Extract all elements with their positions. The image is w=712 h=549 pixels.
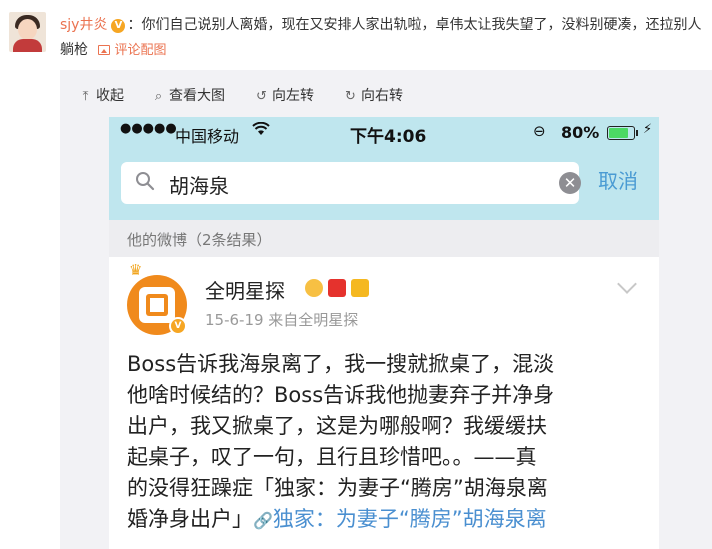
post-line: 他啥时候结的？Boss告诉我他抛妻弃子并净身	[127, 383, 555, 407]
rotate-right-icon: ↻	[345, 89, 356, 104]
author-logo-mark	[139, 287, 175, 323]
avatar-body	[13, 39, 42, 52]
rotate-right-label: 向右转	[361, 88, 403, 104]
post-line: 的没得狂躁症「独家：为妻子“腾房”胡海泉离	[127, 476, 548, 500]
red-packet-badge-icon	[328, 279, 346, 297]
comment: sjy井炎 V ：你们自己说别人离婚，现在又安排人家出轨啦，卓伟太让我失望了，没料别…	[0, 0, 712, 68]
clock-time: 下午4:06	[350, 127, 427, 147]
battery-icon	[607, 126, 635, 140]
link-icon: 🔗	[253, 511, 273, 530]
comment-picture-link[interactable]: 评论配图	[98, 43, 166, 58]
avatar-face	[18, 19, 37, 40]
verified-v-icon: V	[169, 317, 187, 335]
post-line: Boss告诉我海泉离了，我一搜就掀桌了，混淡	[127, 352, 555, 376]
post-line-text: 婚净身出户」	[127, 507, 253, 531]
post-body: Boss告诉我海泉离了，我一搜就掀桌了，混淡 他啥时候结的？Boss告诉我他抛妻…	[127, 349, 647, 536]
collapse-button[interactable]: ⤒ 收起	[78, 87, 124, 106]
view-large-label: 查看大图	[169, 88, 225, 104]
battery-fill	[609, 128, 629, 138]
article-link[interactable]: 独家：为妻子“腾房”胡海泉离	[273, 507, 547, 531]
chevron-down-icon[interactable]	[617, 274, 637, 294]
avatar[interactable]	[9, 12, 46, 52]
verified-badge-icon: V	[111, 19, 126, 33]
post-line: 起桌子，叹了一句，且行且珍惜吧。。——真	[127, 445, 537, 469]
embedded-screenshot[interactable]: ●●●●● 中国移动 下午4:06 ⊖ 80% ⚡ 胡海泉 ✕ 取消 他的微博（…	[109, 117, 659, 549]
crown-icon: ♛	[129, 261, 143, 279]
phone-status-bar: ●●●●● 中国移动 下午4:06 ⊖ 80% ⚡	[109, 117, 659, 150]
battery-percent: 80%	[561, 123, 600, 142]
magnifier-icon: ⌕	[154, 89, 163, 104]
charging-bolt-icon: ⚡	[643, 122, 653, 137]
view-large-button[interactable]: ⌕ 查看大图	[151, 87, 225, 106]
signal-icon: ●●●●●	[120, 121, 177, 136]
rotation-lock-icon: ⊖	[533, 122, 546, 140]
search-bar-row: 胡海泉 ✕ 取消	[109, 150, 659, 220]
comment-username[interactable]: sjy井炎	[60, 17, 107, 33]
picture-icon	[98, 45, 111, 55]
author-badges	[305, 279, 374, 298]
comment-text-block: sjy井炎 V ：你们自己说别人离婚，现在又安排人家出轨啦，卓伟太让我失望了，没料别…	[60, 13, 705, 63]
cancel-button[interactable]: 取消	[598, 165, 638, 194]
rotate-right-button[interactable]: ↻ 向右转	[343, 87, 403, 106]
wifi-icon	[252, 121, 270, 140]
battery-tip	[636, 130, 638, 136]
weibo-post-card[interactable]: ♛ V 全明星探 15-6-19 来自全明星探 Boss告诉我海泉离了，我一搜就…	[109, 257, 659, 549]
rotate-left-label: 向左转	[272, 88, 314, 104]
post-line-last: 婚净身出户」🔗独家：为妻子“腾房”胡海泉离	[127, 504, 647, 536]
rotate-left-icon: ↺	[256, 89, 267, 104]
collapse-label: 收起	[96, 88, 124, 104]
comment-picture-label: 评论配图	[114, 43, 167, 58]
collapse-icon: ⤒	[82, 89, 89, 104]
wealth-badge-icon	[351, 279, 369, 297]
rotate-left-button[interactable]: ↺ 向左转	[254, 87, 314, 106]
search-icon	[136, 172, 155, 191]
post-meta: 15-6-19 来自全明星探	[205, 311, 359, 329]
results-section-header: 他的微博（2条结果）	[109, 220, 659, 257]
member-badge-icon	[305, 279, 323, 297]
clear-search-icon[interactable]: ✕	[559, 172, 581, 194]
post-line: 出户，我又掀桌了，这是为哪般啊？我缓缓扶	[127, 414, 547, 438]
search-query: 胡海泉	[169, 174, 229, 198]
carrier-name: 中国移动	[175, 127, 240, 146]
post-author-name[interactable]: 全明星探	[205, 275, 285, 304]
search-input[interactable]: 胡海泉 ✕	[121, 162, 581, 204]
media-toolbar: ⤒ 收起 ⌕ 查看大图 ↺ 向左转 ↻ 向右转	[60, 70, 712, 120]
